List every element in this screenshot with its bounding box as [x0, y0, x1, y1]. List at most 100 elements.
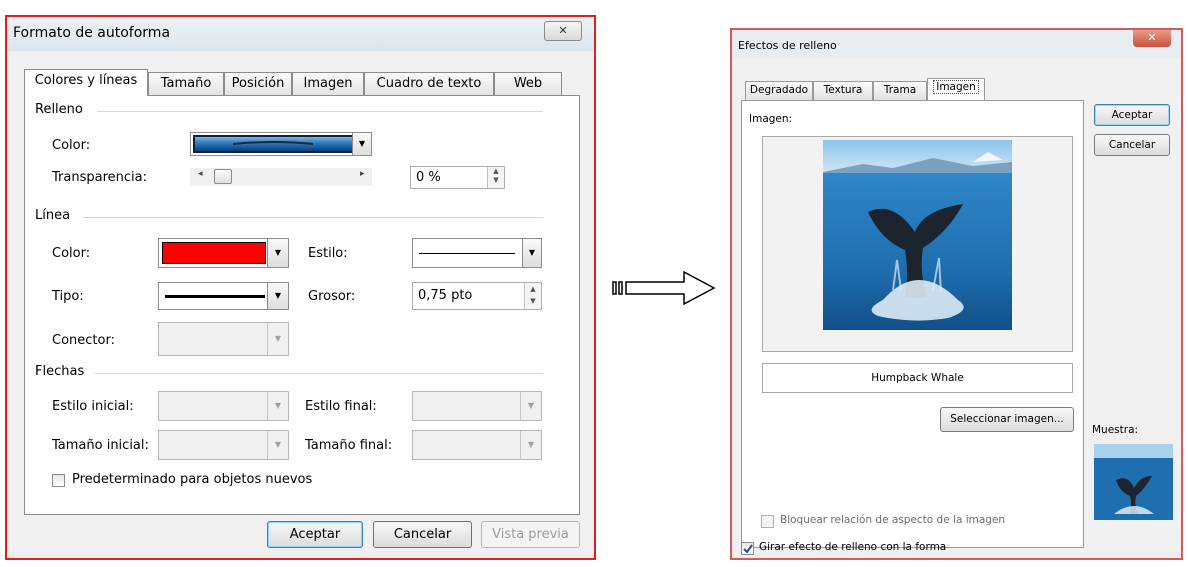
line-type-dropdown[interactable]: ▼ [158, 282, 289, 310]
begin-size-label: Tamaño inicial: [52, 438, 149, 453]
tab-textura[interactable]: Textura [813, 81, 873, 100]
line-style-preview [419, 253, 515, 254]
tab-cuadro-de-texto[interactable]: Cuadro de texto [364, 72, 494, 96]
format-autoshape-dialog: Formato de autoforma ✕ Colores y líneas … [5, 15, 596, 560]
tab-label: Imagen [933, 80, 979, 94]
slider-thumb[interactable] [214, 169, 232, 184]
dialog-title: Formato de autoforma [13, 25, 171, 41]
image-name: Humpback Whale [871, 372, 964, 384]
chevron-down-icon[interactable]: ▼ [522, 239, 541, 267]
ok-button[interactable]: Aceptar [1094, 104, 1170, 126]
tab-colores-y-lineas[interactable]: Colores y líneas [24, 69, 148, 96]
cancel-button-label: Cancelar [1108, 139, 1156, 151]
select-image-button[interactable]: Seleccionar imagen... [940, 407, 1074, 432]
lock-aspect-checkbox[interactable] [761, 515, 774, 528]
linea-heading: Línea [35, 208, 71, 223]
scroll-left-icon[interactable]: ◂ [198, 169, 203, 179]
arrow-right-icon [612, 270, 716, 306]
image-preview-frame [762, 136, 1073, 352]
sample-preview [1094, 444, 1173, 520]
ok-button-label: Aceptar [289, 527, 341, 542]
close-button[interactable]: ✕ [1133, 30, 1171, 47]
line-style-label: Estilo: [308, 246, 348, 261]
preview-button[interactable]: Vista previa [481, 521, 580, 548]
tab-imagen[interactable]: Imagen [292, 72, 364, 96]
spinner-icon[interactable]: ▲ ▼ [524, 283, 541, 309]
tab-trama[interactable]: Trama [873, 81, 927, 100]
chevron-down-icon[interactable]: ▼ [352, 133, 371, 155]
tab-label: Posición [231, 76, 285, 91]
tab-tamano[interactable]: Tamaño [148, 72, 224, 96]
rotate-fill-checkbox[interactable] [741, 542, 754, 555]
preview-button-label: Vista previa [492, 527, 569, 542]
tab-label: Colores y líneas [34, 73, 138, 88]
line-weight-input[interactable]: 0,75 pto ▲ ▼ [412, 282, 542, 310]
chevron-down-icon[interactable]: ▼ [267, 239, 288, 267]
line-weight-value: 0,75 pto [418, 288, 473, 303]
tab-label: Tamaño [160, 76, 212, 91]
image-name-field: Humpback Whale [762, 363, 1073, 393]
fill-color-dropdown[interactable]: ▼ [190, 132, 372, 156]
flechas-heading: Flechas [35, 364, 85, 379]
cancel-button[interactable]: Cancelar [1094, 134, 1170, 156]
line-color-label: Color: [52, 246, 91, 261]
tab-panel: Relleno Color: ▼ Transparencia: ◂ ▸ 0 % … [24, 95, 580, 515]
chevron-down-icon[interactable]: ▼ [267, 392, 288, 420]
end-size-label: Tamaño final: [305, 438, 393, 453]
default-checkbox[interactable] [52, 474, 65, 487]
lock-aspect-label: Bloquear relación de aspecto de la image… [780, 514, 1006, 526]
connector-dropdown[interactable]: ▼ [158, 322, 289, 356]
ok-button[interactable]: Aceptar [267, 521, 363, 548]
dialog-titlebar: Efectos de relleno ✕ [732, 30, 1181, 58]
select-image-label: Seleccionar imagen... [950, 413, 1064, 425]
tab-label: Degradado [749, 84, 809, 96]
end-style-label: Estilo final: [305, 399, 377, 414]
chevron-down-icon[interactable]: ▼ [520, 392, 541, 420]
scroll-right-icon[interactable]: ▸ [360, 169, 365, 179]
transparency-input[interactable]: 0 % ▲ ▼ [410, 166, 505, 189]
connector-label: Conector: [52, 333, 115, 348]
tab-web[interactable]: Web [494, 72, 562, 96]
tab-posicion[interactable]: Posición [224, 72, 292, 96]
image-label: Imagen: [749, 113, 793, 125]
transparency-value: 0 % [416, 170, 441, 185]
tab-label: Textura [823, 84, 863, 96]
tab-panel: Imagen: Humpback Whale Seleccionar image… [741, 100, 1084, 548]
tab-label: Imagen [303, 76, 353, 91]
dialog-title: Efectos de relleno [738, 39, 837, 52]
chevron-down-icon[interactable]: ▼ [520, 431, 541, 459]
checkmark-icon [743, 544, 753, 554]
spinner-icon[interactable]: ▲ ▼ [487, 167, 504, 188]
transparency-slider[interactable]: ◂ ▸ [190, 168, 372, 186]
line-style-dropdown[interactable]: ▼ [412, 238, 542, 268]
begin-style-label: Estilo inicial: [52, 399, 134, 414]
close-icon: ✕ [1147, 31, 1157, 44]
cancel-button-label: Cancelar [393, 527, 452, 542]
tab-label: Trama [883, 84, 917, 96]
chevron-down-icon[interactable]: ▼ [267, 431, 288, 459]
dialog-titlebar: Formato de autoforma ✕ [7, 17, 594, 51]
fill-color-label: Color: [52, 138, 91, 153]
ok-button-label: Aceptar [1111, 109, 1153, 121]
chevron-down-icon[interactable]: ▼ [267, 283, 288, 309]
whale-image [823, 140, 1012, 330]
tab-imagen[interactable]: Imagen [927, 78, 985, 100]
default-checkbox-label: Predeterminado para objetos nuevos [72, 472, 313, 487]
fill-preview-swatch [193, 135, 355, 153]
chevron-down-icon[interactable]: ▼ [267, 323, 288, 355]
line-type-preview [165, 295, 265, 298]
line-type-label: Tipo: [52, 289, 84, 304]
end-size-dropdown[interactable]: ▼ [412, 430, 542, 460]
line-color-dropdown[interactable]: ▼ [158, 238, 289, 268]
close-icon: ✕ [558, 24, 568, 37]
transparency-label: Transparencia: [52, 170, 147, 185]
close-button[interactable]: ✕ [544, 21, 582, 41]
cancel-button[interactable]: Cancelar [373, 521, 472, 548]
begin-style-dropdown[interactable]: ▼ [158, 391, 289, 421]
divider [83, 217, 543, 218]
line-color-swatch [162, 242, 266, 264]
tab-degradado[interactable]: Degradado [745, 81, 813, 100]
begin-size-dropdown[interactable]: ▼ [158, 430, 289, 460]
line-weight-label: Grosor: [308, 289, 356, 304]
end-style-dropdown[interactable]: ▼ [412, 391, 542, 421]
